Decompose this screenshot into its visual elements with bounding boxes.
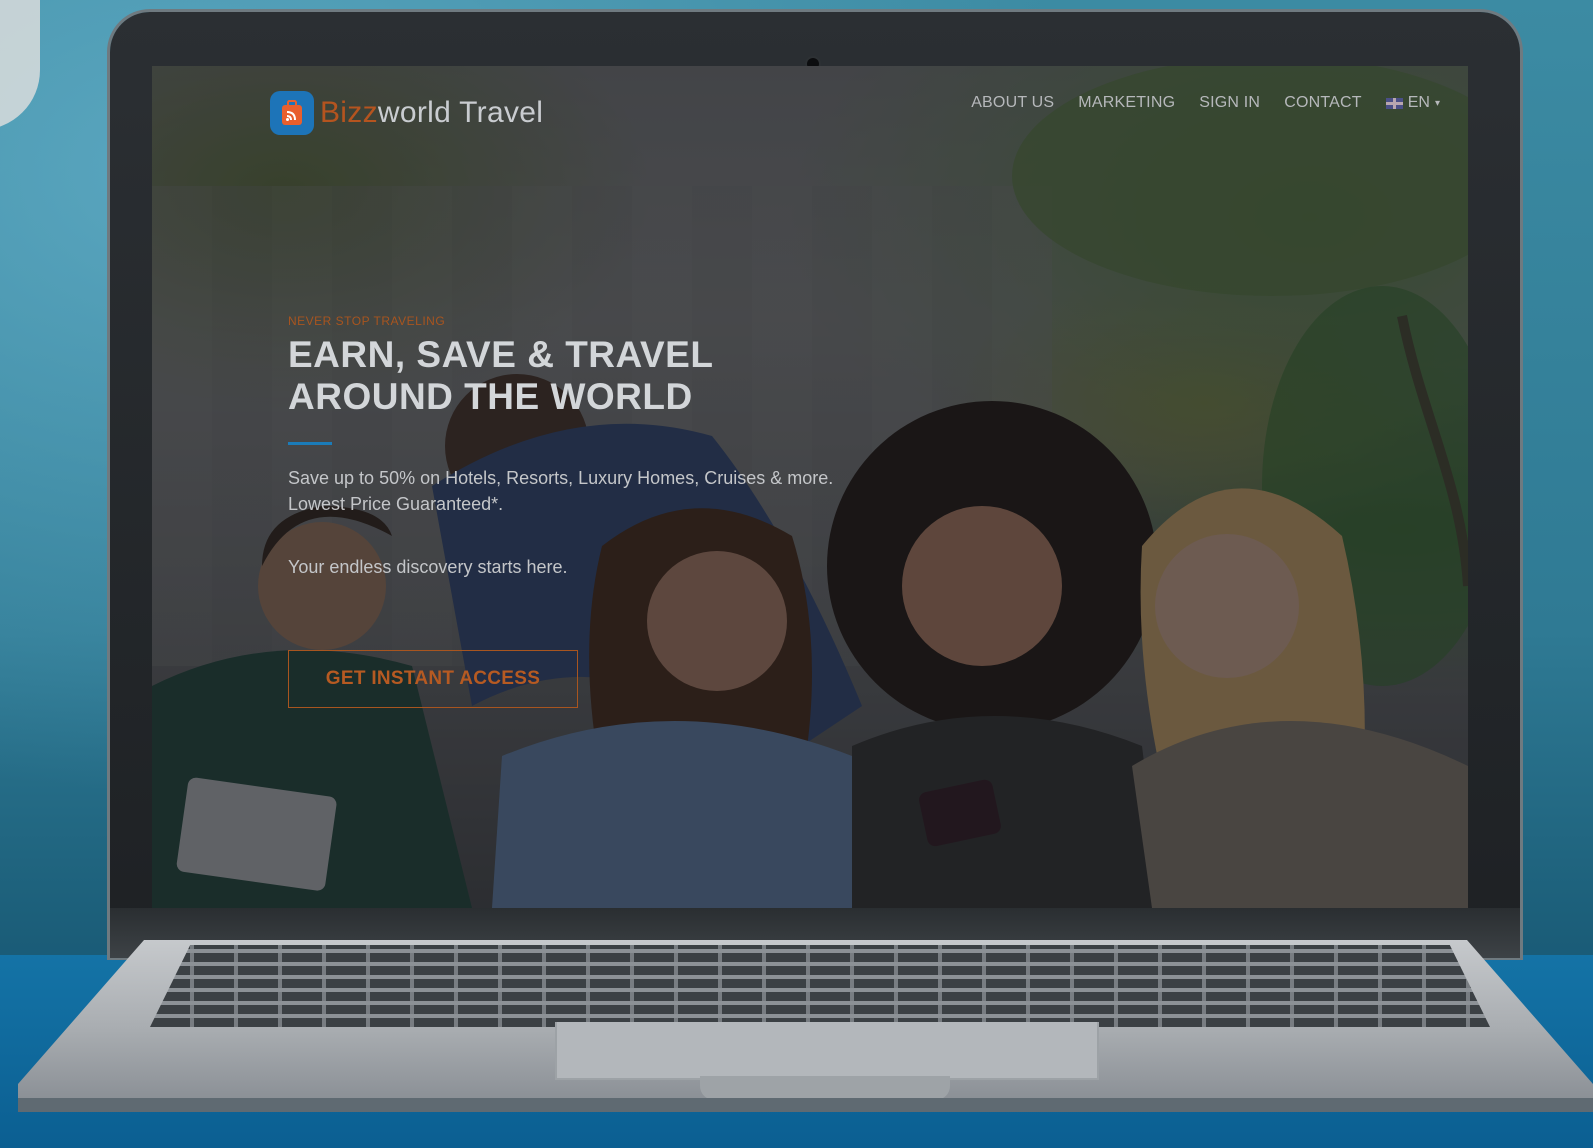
top-nav: ABOUT US MARKETING SIGN IN CONTACT EN ▾	[971, 94, 1440, 112]
accent-divider	[288, 442, 332, 445]
hero-section: NEVER STOP TRAVELING EARN, SAVE & TRAVEL…	[288, 314, 928, 708]
headline-line-2: AROUND THE WORLD	[288, 376, 693, 417]
caret-down-icon: ▾	[1434, 97, 1440, 109]
hero-headline: EARN, SAVE & TRAVEL AROUND THE WORLD	[288, 334, 928, 418]
language-selector[interactable]: EN ▾	[1385, 94, 1440, 112]
laptop-base-edge	[18, 1098, 1593, 1112]
laptop-screen: Bizzworld Travel ABOUT US MARKETING SIGN…	[152, 66, 1468, 908]
description-line-1: Save up to 50% on Hotels, Resorts, Luxur…	[288, 468, 834, 488]
trackpad	[555, 1022, 1099, 1080]
lid-opening-notch	[700, 1076, 950, 1100]
uk-flag-icon	[1385, 97, 1403, 109]
description-line-2: Lowest Price Guaranteed*.	[288, 494, 504, 514]
language-label: EN	[1407, 94, 1430, 111]
nav-sign-in[interactable]: SIGN IN	[1199, 94, 1260, 112]
headline-line-1: EARN, SAVE & TRAVEL	[288, 334, 714, 375]
hero-tagline: Your endless discovery starts here.	[288, 557, 568, 577]
hero-kicker: NEVER STOP TRAVELING	[288, 314, 446, 328]
nav-about-us[interactable]: ABOUT US	[971, 94, 1054, 112]
site-logo[interactable]: Bizzworld Travel	[270, 91, 543, 135]
brand-name: Bizzworld Travel	[320, 96, 543, 130]
brand-accent: Bizz	[320, 96, 378, 129]
brand-suffix: world Travel	[377, 96, 544, 129]
keyboard-keys	[150, 945, 1490, 1027]
nav-marketing[interactable]: MARKETING	[1078, 94, 1175, 112]
get-instant-access-button[interactable]: GET INSTANT ACCESS	[288, 650, 578, 708]
hero-description: Save up to 50% on Hotels, Resorts, Luxur…	[288, 465, 888, 517]
suitcase-wifi-icon	[270, 91, 314, 135]
nav-contact[interactable]: CONTACT	[1284, 94, 1362, 112]
